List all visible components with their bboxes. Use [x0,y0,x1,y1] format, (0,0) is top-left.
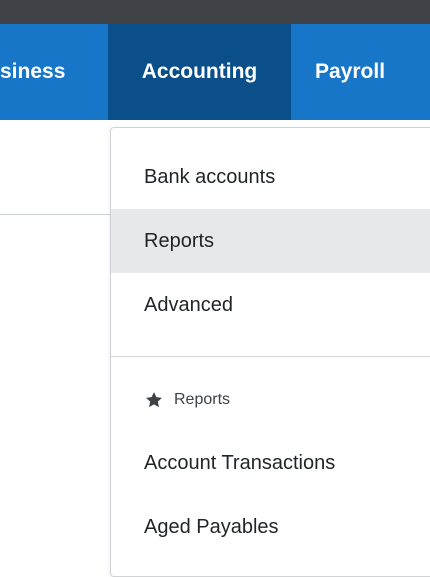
menu-item-label: Advanced [144,293,233,316]
nav-item-label: siness [0,60,66,83]
accounting-dropdown-menu: Bank accounts Reports Advanced Reports A… [110,127,430,577]
nav-item-payroll[interactable]: Payroll [291,24,430,120]
section-header-label: Reports [174,391,231,408]
menu-item-label: Reports [144,229,215,252]
top-strip [0,0,430,24]
menu-item-label: Bank accounts [144,165,276,188]
nav-item-accounting[interactable]: Accounting [108,24,291,120]
menu-item-reports[interactable]: Reports [111,209,430,273]
menu-item-label: Aged Payables [144,515,279,538]
menu-item-account-transactions[interactable]: Account Transactions [111,431,430,495]
nav-item-label: Payroll [315,60,386,83]
menu-item-advanced[interactable]: Advanced [111,273,430,337]
menu-item-label: Account Transactions [144,451,336,474]
nav-item-business[interactable]: siness [0,24,108,120]
page-divider-line [0,214,111,215]
menu-item-aged-payables[interactable]: Aged Payables [111,495,430,559]
menu-item-bank-accounts[interactable]: Bank accounts [111,145,430,209]
top-navigation-bar: siness Accounting Payroll [0,24,430,120]
nav-item-label: Accounting [141,60,258,83]
section-header-reports: Reports [144,388,230,412]
star-icon [146,392,162,408]
page-content-background [0,120,111,567]
menu-divider [111,356,430,357]
